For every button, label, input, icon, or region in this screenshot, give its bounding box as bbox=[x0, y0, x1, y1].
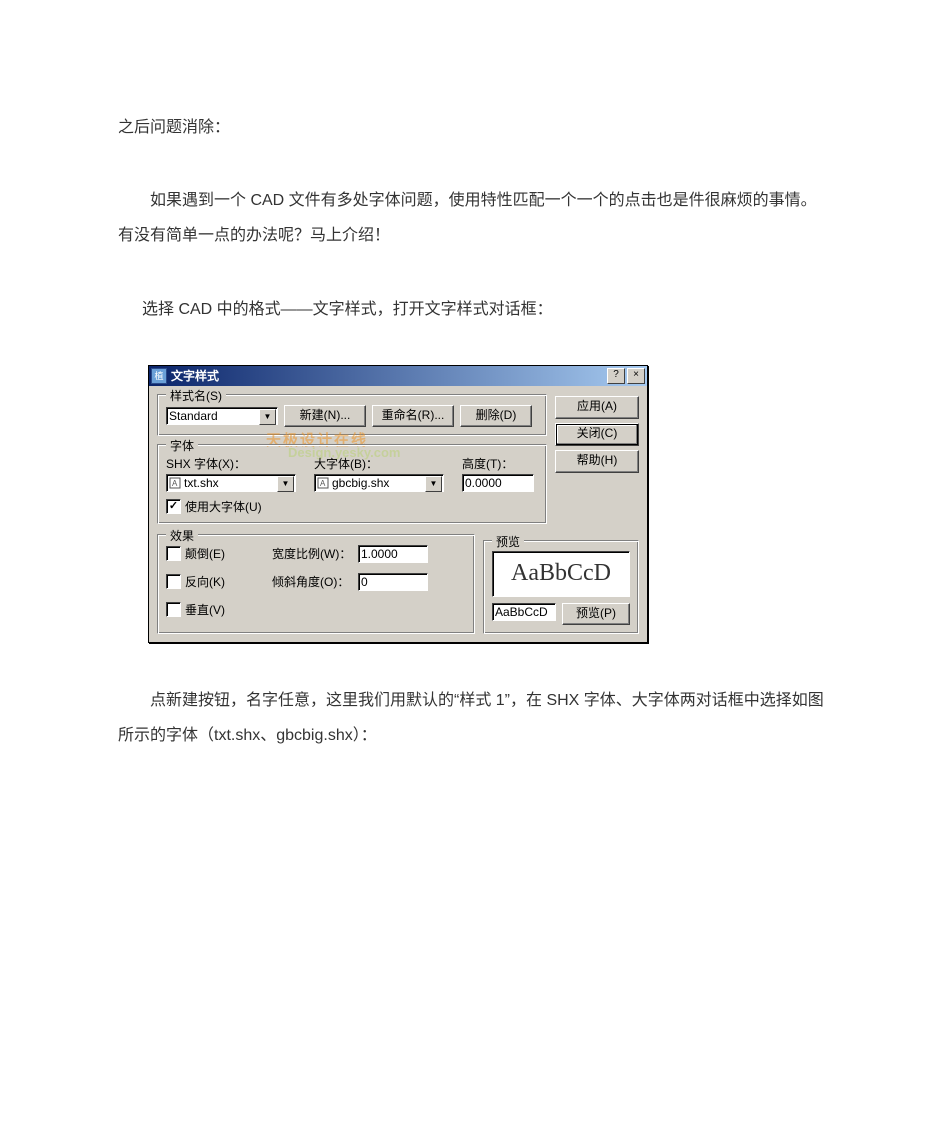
upside-down-checkbox[interactable]: 颠倒(E) bbox=[166, 545, 266, 562]
svg-text:A: A bbox=[320, 479, 326, 488]
big-font-label: 大字体(B)： bbox=[314, 455, 444, 472]
backwards-checkbox[interactable]: 反向(K) bbox=[166, 573, 266, 590]
big-font-combo[interactable]: A gbcbig.shx ▼ bbox=[314, 474, 444, 492]
effects-group-label: 效果 bbox=[166, 527, 198, 544]
checkbox-icon bbox=[166, 602, 181, 617]
use-big-font-label: 使用大字体(U) bbox=[185, 498, 262, 515]
checkbox-icon bbox=[166, 574, 181, 589]
height-value: 0.0000 bbox=[465, 476, 502, 490]
height-input[interactable]: 0.0000 bbox=[462, 474, 534, 492]
preview-input[interactable]: AaBbCcD bbox=[492, 603, 556, 621]
use-big-font-checkbox[interactable]: 使用大字体(U) bbox=[166, 498, 538, 515]
effects-group: 效果 颠倒(E) 宽度比例(W)： 1.0000 bbox=[157, 534, 475, 634]
style-name-combo[interactable]: Standard ▼ bbox=[166, 407, 278, 425]
paragraph-2: 如果遇到一个 CAD 文件有多处字体问题，使用特性匹配一个一个的点击也是件很麻烦… bbox=[118, 183, 827, 253]
preview-group-label: 预览 bbox=[492, 533, 524, 550]
preview-group: 预览 AaBbCcD AaBbCcD 预览(P) bbox=[483, 540, 639, 634]
shx-font-label: SHX 字体(X)： bbox=[166, 455, 296, 472]
paragraph-4: 点新建按钮，名字任意，这里我们用默认的“样式 1”，在 SHX 字体、大字体两对… bbox=[118, 683, 827, 753]
checkbox-icon bbox=[166, 499, 181, 514]
chevron-down-icon: ▼ bbox=[259, 409, 276, 425]
chevron-down-icon: ▼ bbox=[277, 476, 294, 492]
font-file-icon: A bbox=[169, 477, 181, 489]
oblique-value: 0 bbox=[361, 575, 368, 589]
shx-font-value: txt.shx bbox=[184, 476, 219, 490]
oblique-label: 倾斜角度(O)： bbox=[272, 573, 352, 590]
height-label: 高度(T)： bbox=[462, 455, 534, 472]
vertical-checkbox[interactable]: 垂直(V) bbox=[166, 601, 266, 618]
shx-font-combo[interactable]: A txt.shx ▼ bbox=[166, 474, 296, 492]
text-style-dialog-figure: 植 文字样式 ? × 样式名(S) 天极设计在线 Design.yesky.co… bbox=[148, 365, 827, 643]
width-factor-label: 宽度比例(W)： bbox=[272, 545, 352, 562]
width-factor-input[interactable]: 1.0000 bbox=[358, 545, 428, 563]
font-file-icon: A bbox=[317, 477, 329, 489]
vertical-label: 垂直(V) bbox=[185, 601, 225, 618]
preview-button[interactable]: 预览(P) bbox=[562, 603, 630, 625]
svg-text:A: A bbox=[172, 479, 178, 488]
preview-input-value: AaBbCcD bbox=[495, 605, 548, 619]
titlebar-help-button[interactable]: ? bbox=[607, 368, 625, 384]
dialog-title: 文字样式 bbox=[171, 367, 607, 384]
titlebar-close-button[interactable]: × bbox=[627, 368, 645, 384]
style-name-value: Standard bbox=[169, 409, 218, 423]
font-group-label: 字体 bbox=[166, 437, 198, 454]
oblique-input[interactable]: 0 bbox=[358, 573, 428, 591]
preview-sample-text: AaBbCcD bbox=[511, 560, 611, 587]
close-button[interactable]: 关闭(C) bbox=[555, 423, 639, 446]
app-icon: 植 bbox=[151, 368, 167, 384]
big-font-value: gbcbig.shx bbox=[332, 476, 389, 490]
new-button[interactable]: 新建(N)... bbox=[284, 405, 366, 427]
checkbox-icon bbox=[166, 546, 181, 561]
dialog-titlebar[interactable]: 植 文字样式 ? × bbox=[149, 366, 647, 386]
paragraph-1: 之后问题消除： bbox=[118, 110, 827, 145]
font-group: 字体 SHX 字体(X)： A txt.shx ▼ bbox=[157, 444, 547, 524]
paragraph-3: 选择 CAD 中的格式——文字样式，打开文字样式对话框： bbox=[118, 292, 827, 327]
chevron-down-icon: ▼ bbox=[425, 476, 442, 492]
apply-button[interactable]: 应用(A) bbox=[555, 396, 639, 419]
style-name-group: 样式名(S) 天极设计在线 Design.yesky.com Standard … bbox=[157, 394, 547, 436]
preview-display: AaBbCcD bbox=[492, 551, 630, 597]
rename-button[interactable]: 重命名(R)... bbox=[372, 405, 454, 427]
style-name-group-label: 样式名(S) bbox=[166, 387, 226, 404]
backwards-label: 反向(K) bbox=[185, 573, 225, 590]
delete-button[interactable]: 删除(D) bbox=[460, 405, 532, 427]
help-button[interactable]: 帮助(H) bbox=[555, 450, 639, 473]
text-style-dialog: 植 文字样式 ? × 样式名(S) 天极设计在线 Design.yesky.co… bbox=[148, 365, 648, 643]
upside-down-label: 颠倒(E) bbox=[185, 545, 225, 562]
width-factor-value: 1.0000 bbox=[361, 547, 398, 561]
